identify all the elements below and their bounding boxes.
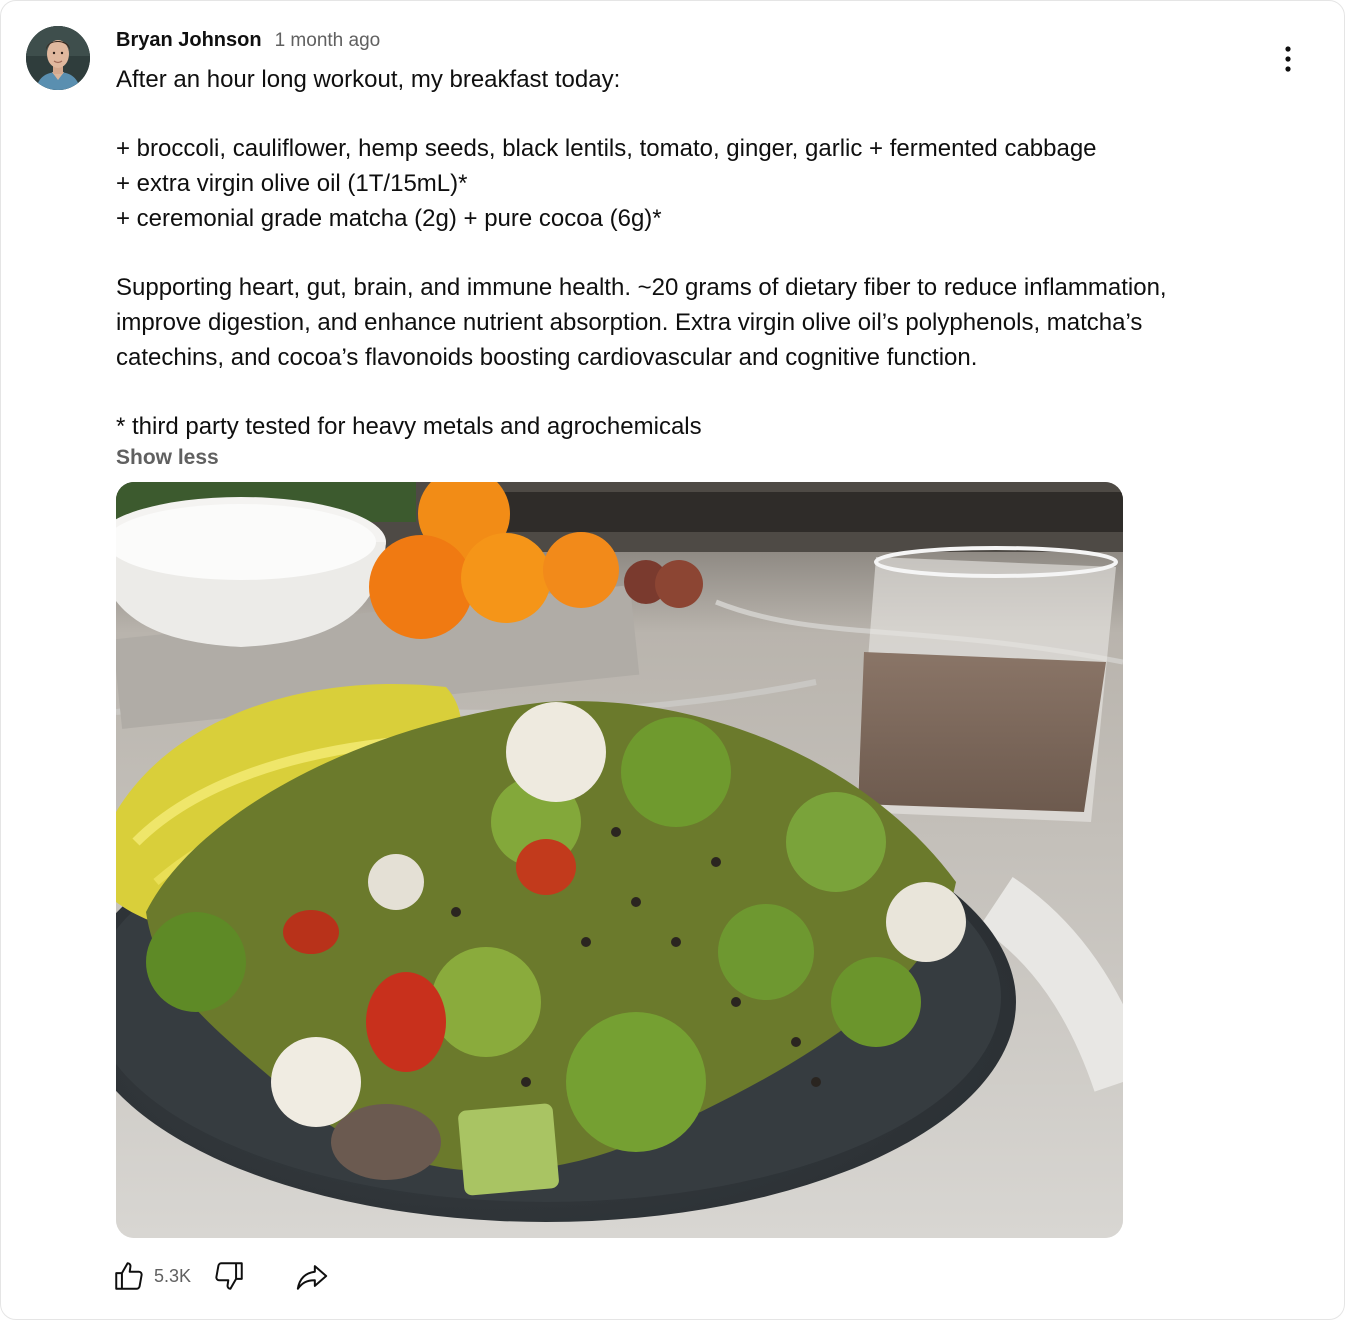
- thumb-up-icon: [115, 1262, 143, 1290]
- author-row: Bryan Johnson 1 month ago: [116, 29, 380, 52]
- more-options-button[interactable]: [1271, 39, 1305, 79]
- dislike-button[interactable]: [209, 1256, 249, 1296]
- show-less-button[interactable]: Show less: [116, 446, 219, 470]
- like-count: 5.3K: [154, 1265, 192, 1286]
- share-button[interactable]: [292, 1256, 332, 1296]
- thumb-down-icon: [215, 1262, 243, 1290]
- post-actions: 5.3K: [109, 1255, 332, 1297]
- more-vert-icon: [1285, 46, 1291, 72]
- breakfast-photo: [116, 482, 1123, 1238]
- share-icon: [296, 1265, 328, 1290]
- post-text: After an hour long workout, my breakfast…: [116, 66, 1167, 441]
- post-image[interactable]: [116, 482, 1123, 1238]
- post-time[interactable]: 1 month ago: [275, 30, 381, 52]
- like-button[interactable]: [109, 1256, 149, 1296]
- avatar-image: [26, 26, 90, 90]
- community-post-card: Bryan Johnson 1 month ago After an hour …: [0, 0, 1345, 1320]
- author-name[interactable]: Bryan Johnson: [116, 29, 262, 52]
- avatar[interactable]: [26, 26, 90, 90]
